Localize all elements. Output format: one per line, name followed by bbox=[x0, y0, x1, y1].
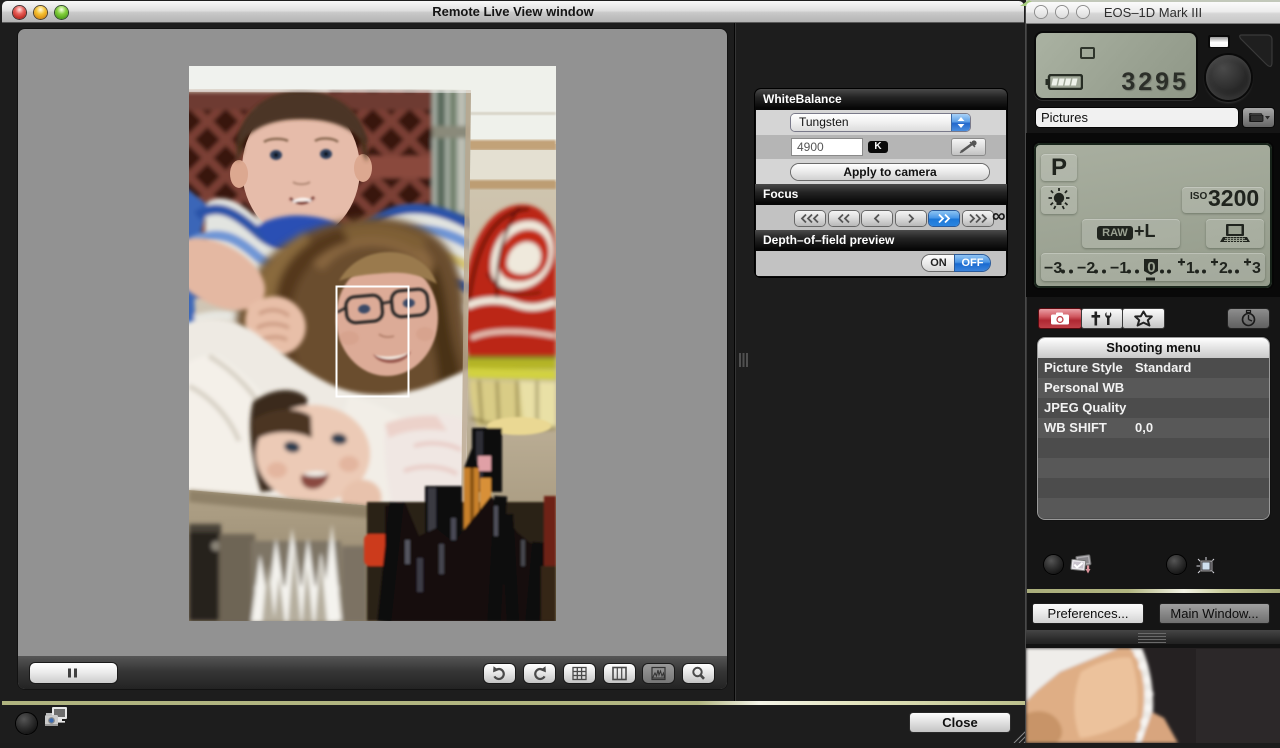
svg-text:3: 3 bbox=[1252, 260, 1261, 277]
svg-text:−1: −1 bbox=[1110, 260, 1128, 277]
svg-text:2: 2 bbox=[1219, 260, 1228, 277]
svg-text:−3: −3 bbox=[1044, 260, 1062, 277]
svg-text:0: 0 bbox=[1147, 259, 1155, 276]
svg-text:−2: −2 bbox=[1077, 260, 1095, 277]
svg-text:1: 1 bbox=[1186, 260, 1195, 277]
